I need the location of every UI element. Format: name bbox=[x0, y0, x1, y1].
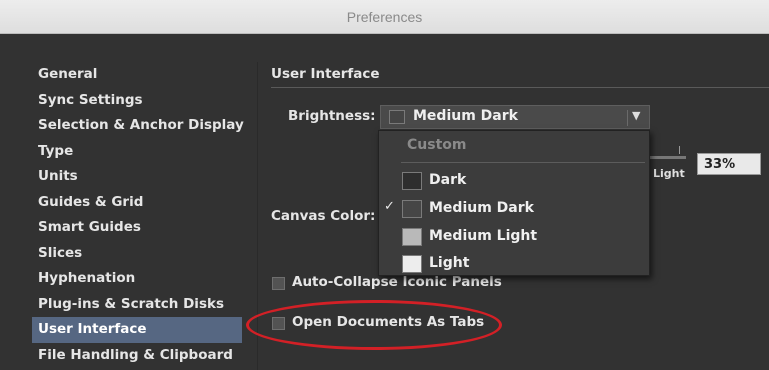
option-label: Medium Light bbox=[429, 228, 538, 244]
brightness-select[interactable]: Medium Dark ▼ bbox=[380, 105, 650, 129]
color-swatch-medium-dark bbox=[402, 200, 422, 218]
preferences-sidebar: General Sync Settings Selection & Anchor… bbox=[32, 62, 244, 370]
canvas-color-label: Canvas Color: bbox=[271, 208, 376, 224]
chevron-down-icon[interactable]: ▼ bbox=[632, 109, 640, 122]
sidebar-item-plugins-scratch-disks[interactable]: Plug-ins & Scratch Disks bbox=[32, 292, 242, 318]
window-title: Preferences bbox=[346, 9, 423, 25]
slider-tick bbox=[679, 146, 680, 154]
open-documents-as-tabs-label: Open Documents As Tabs bbox=[292, 314, 485, 330]
checkbox-box[interactable] bbox=[272, 277, 285, 290]
sidebar-item-type[interactable]: Type bbox=[32, 139, 242, 165]
color-swatch-dark bbox=[402, 172, 422, 190]
slider-light-label: Light bbox=[653, 167, 685, 180]
section-title: User Interface bbox=[271, 66, 380, 82]
brightness-swatch bbox=[389, 110, 405, 124]
sidebar-item-hyphenation[interactable]: Hyphenation bbox=[32, 266, 242, 292]
brightness-option-light[interactable]: Light bbox=[379, 251, 649, 277]
color-swatch-light bbox=[402, 255, 422, 273]
section-divider bbox=[271, 87, 769, 88]
sidebar-item-slices[interactable]: Slices bbox=[32, 241, 242, 267]
color-swatch-medium-light bbox=[402, 228, 422, 246]
brightness-dropdown-menu: Custom Dark ✓ Medium Dark Medium Light L… bbox=[378, 130, 650, 276]
brightness-option-medium-dark[interactable]: ✓ Medium Dark bbox=[379, 196, 649, 222]
checkbox-box[interactable] bbox=[272, 317, 285, 330]
sidebar-item-smart-guides[interactable]: Smart Guides bbox=[32, 215, 242, 241]
sidebar-item-user-interface[interactable]: User Interface bbox=[32, 317, 242, 343]
sidebar-item-file-handling-clipboard[interactable]: File Handling & Clipboard bbox=[32, 343, 242, 369]
checkmark-icon: ✓ bbox=[384, 199, 395, 214]
brightness-option-dark[interactable]: Dark bbox=[379, 168, 649, 194]
sidebar-item-guides-grid[interactable]: Guides & Grid bbox=[32, 190, 242, 216]
brightness-selected-value: Medium Dark bbox=[413, 108, 518, 124]
select-separator bbox=[627, 110, 628, 126]
dropdown-header-custom: Custom bbox=[407, 137, 467, 153]
sidebar-item-units[interactable]: Units bbox=[32, 164, 242, 190]
brightness-label: Brightness: bbox=[288, 108, 376, 124]
option-label: Medium Dark bbox=[429, 200, 534, 216]
title-bar: Preferences bbox=[0, 0, 769, 34]
dropdown-divider bbox=[401, 162, 645, 163]
brightness-percent-input[interactable]: 33% bbox=[697, 153, 761, 175]
option-label: Light bbox=[429, 255, 470, 271]
sidebar-divider bbox=[257, 62, 258, 370]
brightness-slider[interactable] bbox=[648, 156, 686, 159]
sidebar-item-sync-settings[interactable]: Sync Settings bbox=[32, 88, 242, 114]
brightness-option-medium-light[interactable]: Medium Light bbox=[379, 224, 649, 250]
brightness-percent-value: 33% bbox=[704, 157, 736, 172]
option-label: Dark bbox=[429, 172, 467, 188]
sidebar-item-selection-anchor-display[interactable]: Selection & Anchor Display bbox=[32, 113, 244, 139]
sidebar-item-general[interactable]: General bbox=[32, 62, 242, 88]
